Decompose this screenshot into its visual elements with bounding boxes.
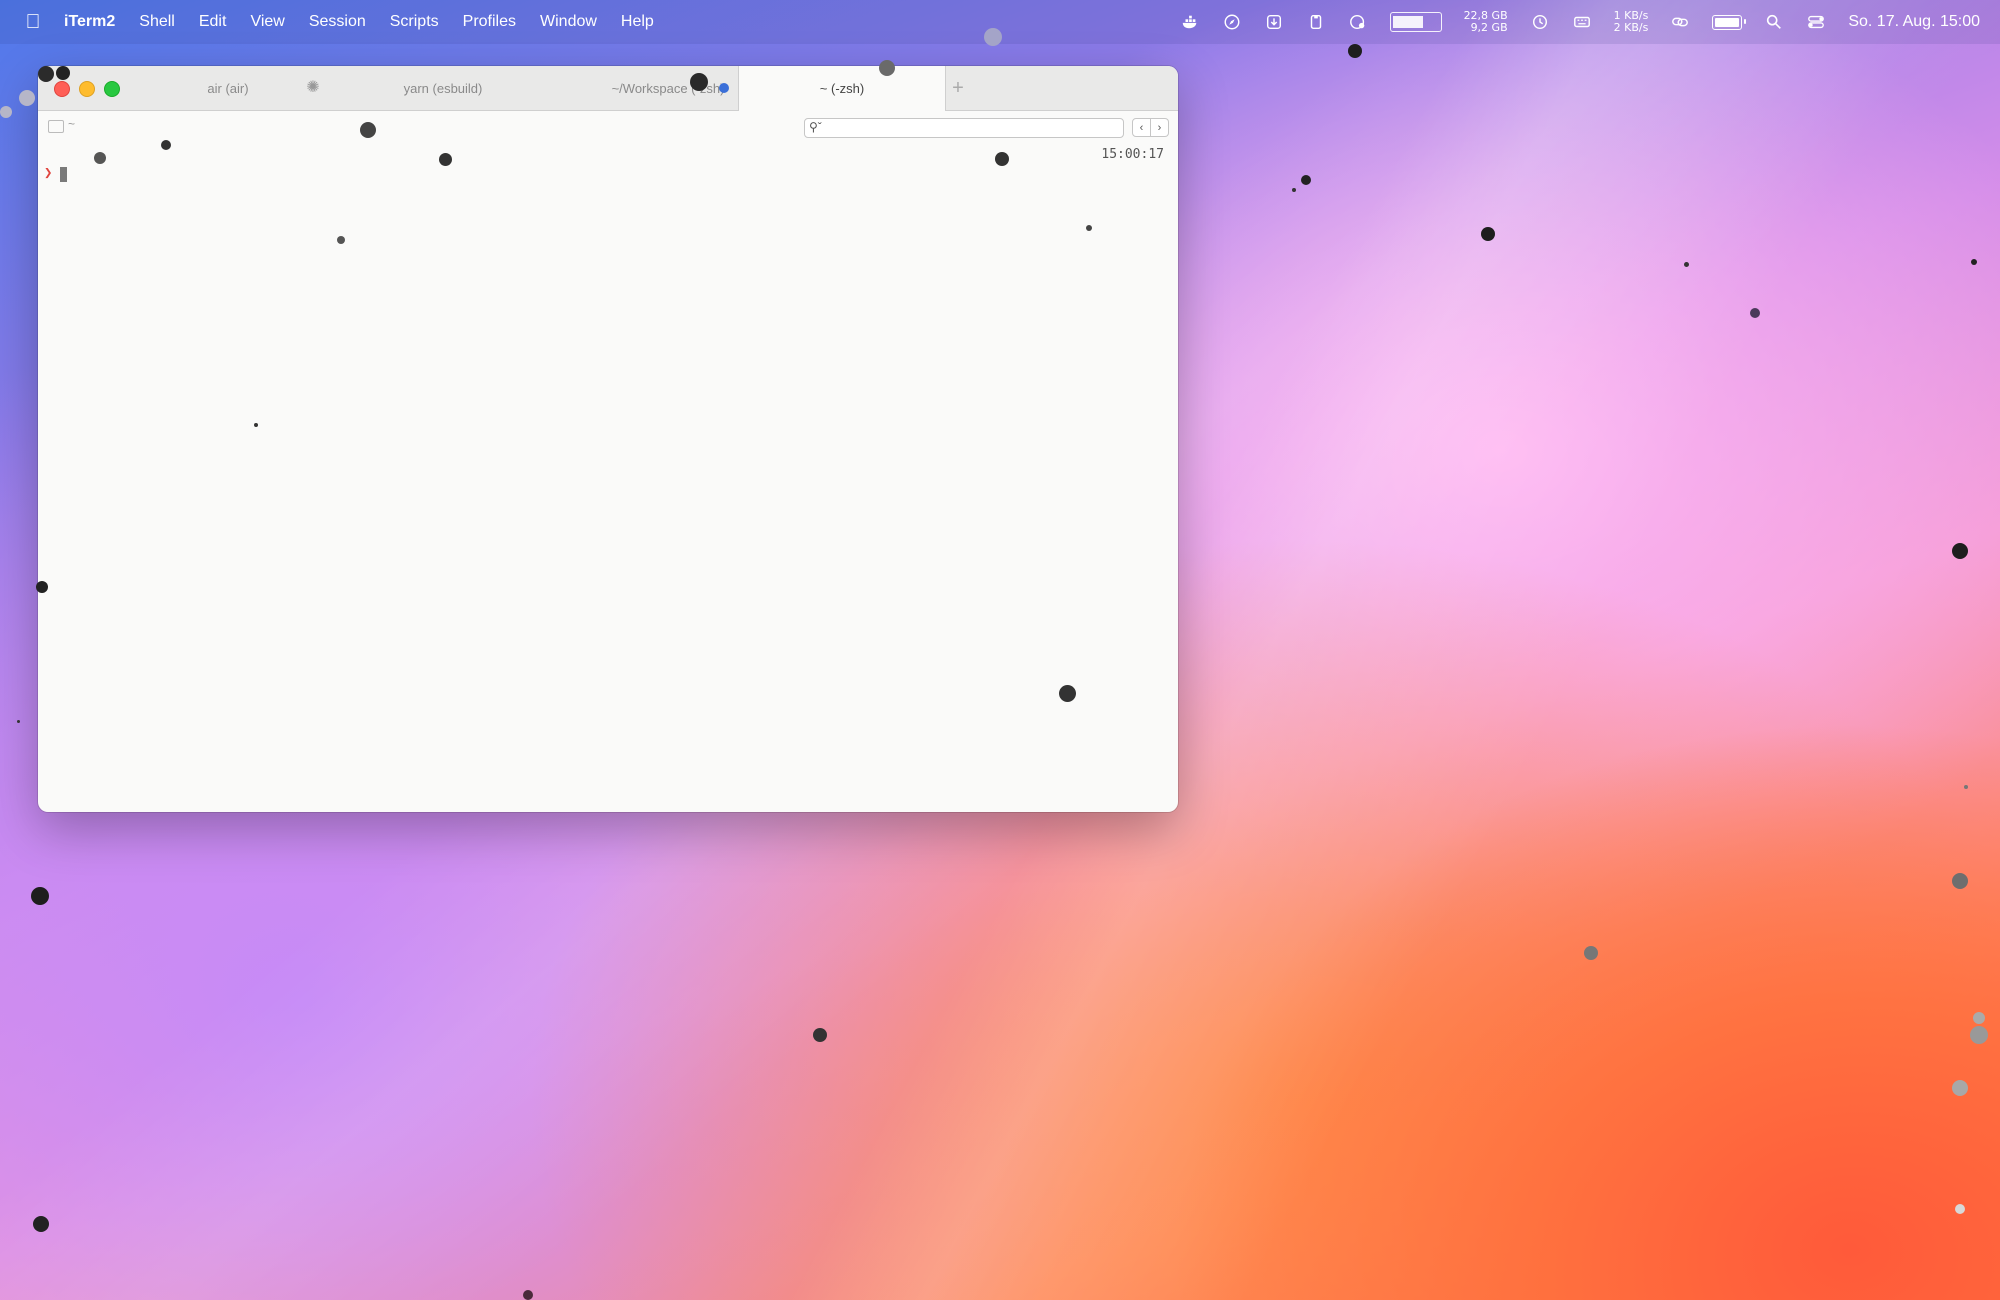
menu-window[interactable]: Window [540,13,597,31]
session-toolbar: ~ ⚲ˇ ‹ › [38,111,1178,143]
memory-readout[interactable]: 22,8 GB 9,2 GB [1464,10,1508,34]
tab-home[interactable]: ~ (-zsh) [738,66,946,111]
menu-session[interactable]: Session [309,13,366,31]
particle [523,1290,533,1300]
tab-activity-indicator [719,83,729,93]
status-area: 22,8 GB 9,2 GB 1 KB/s 2 KB/s So. 17. Aug… [1180,0,1980,44]
particle [1952,543,1968,559]
search-icon[interactable] [1764,12,1784,32]
vpn-icon[interactable] [1348,12,1368,32]
particle [1955,1204,1965,1214]
particle [1952,873,1968,889]
terminal-cursor [60,167,67,182]
menubar-clock[interactable]: So. 17. Aug. 15:00 [1848,13,1980,31]
particle [1684,262,1689,267]
zoom-button[interactable] [104,81,120,97]
particle [1970,1026,1988,1044]
particle [1481,227,1495,241]
docker-icon[interactable] [1180,12,1200,32]
network-readout[interactable]: 1 KB/s 2 KB/s [1614,10,1649,34]
menu-bar:  iTerm2 Shell Edit View Session Scripts… [0,0,2000,44]
tab-yarn[interactable]: yarn (esbuild) [338,66,548,110]
menu-profiles[interactable]: Profiles [463,13,516,31]
tab-label: ~/Workspace (-zsh) [611,80,725,96]
memory-meter[interactable] [1389,12,1442,32]
menu-edit[interactable]: Edit [199,13,227,31]
find-bar[interactable]: ⚲ˇ [804,118,1124,139]
tab-label: air (air) [207,80,249,96]
particle [17,720,20,723]
menu-scripts[interactable]: Scripts [390,13,439,31]
find-previous-button[interactable]: ‹ [1132,118,1151,137]
particle [1348,44,1362,58]
particle [19,90,35,106]
particle [1584,946,1598,960]
particle [1971,259,1977,265]
clipboard-icon[interactable] [1306,12,1326,32]
particle [813,1028,827,1042]
search-icon[interactable]: ⚲ˇ [809,120,822,134]
particle [33,1216,49,1232]
find-navigation: ‹ › [1132,118,1169,137]
tab-air[interactable]: air (air) [138,66,318,110]
current-path: ~ [68,117,76,131]
menu-shell[interactable]: Shell [139,13,175,31]
window-controls [54,81,120,97]
find-next-button[interactable]: › [1151,118,1169,137]
find-input[interactable] [829,119,1113,139]
link-icon[interactable] [1670,12,1690,32]
compass-icon[interactable] [1222,12,1242,32]
close-button[interactable] [54,81,70,97]
prompt-chevron: ❯ [44,165,53,181]
app-menu[interactable]: iTerm2 [64,13,115,31]
time-machine-icon[interactable] [1530,12,1550,32]
prompt-timestamp: 15:00:17 [1101,147,1164,162]
minimize-button[interactable] [79,81,95,97]
download-icon[interactable] [1264,12,1284,32]
control-center-icon[interactable] [1806,12,1826,32]
particle [1301,175,1311,185]
apple-icon[interactable]:  [22,11,44,34]
particle [1964,785,1968,789]
tab-label: ~ (-zsh) [819,81,865,96]
particle [1952,1080,1968,1096]
particle [0,106,12,118]
terminal-view[interactable]: 15:00:17 ❯ [38,143,1178,812]
folder-icon [48,120,64,133]
new-tab-button[interactable]: + [943,66,973,110]
iterm-window: air (air) ✺ yarn (esbuild) ~/Workspace (… [38,66,1178,812]
menu-view[interactable]: View [250,13,284,31]
activity-spinner-icon: ✺ [306,79,320,96]
tab-bar: air (air) ✺ yarn (esbuild) ~/Workspace (… [38,66,1178,111]
particle [1973,1012,1985,1024]
keyboard-icon[interactable] [1572,12,1592,32]
battery-icon[interactable] [1712,14,1747,30]
particle [31,887,49,905]
particle [1750,308,1760,318]
particle [1292,188,1296,192]
menu-help[interactable]: Help [621,13,654,31]
tab-label: yarn (esbuild) [403,80,483,96]
